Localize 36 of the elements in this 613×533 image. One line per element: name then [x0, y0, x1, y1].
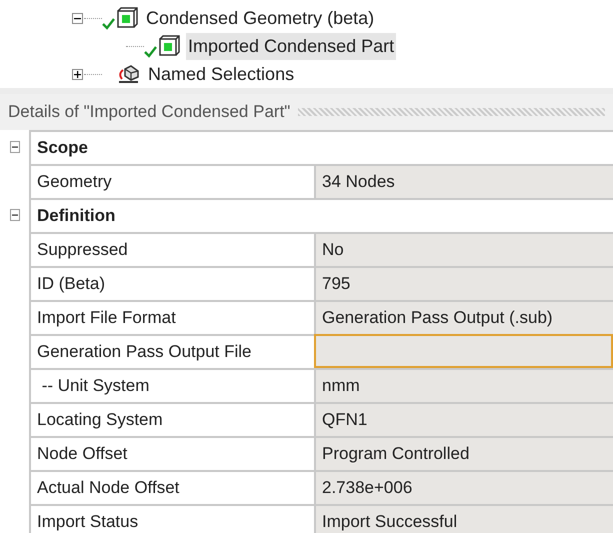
- property-label: -- Unit System: [29, 368, 314, 402]
- property-value: 34 Nodes: [314, 164, 613, 198]
- property-label: Locating System: [29, 402, 314, 436]
- property-value: nmm: [314, 368, 613, 402]
- cube-icon: [116, 7, 138, 29]
- property-value: QFN1: [314, 402, 613, 436]
- property-value: Generation Pass Output (.sub): [314, 300, 613, 334]
- selection-icon: [116, 64, 140, 84]
- expand-toggle[interactable]: [72, 68, 82, 80]
- minus-icon: [12, 144, 18, 150]
- tree-item[interactable]: Condensed Geometry (beta): [144, 4, 376, 32]
- tree-item[interactable]: Imported Condensed Part: [186, 32, 396, 60]
- property-value: No: [314, 232, 613, 266]
- minus-icon: [12, 212, 18, 218]
- collapse-toggle[interactable]: [10, 209, 20, 221]
- property-label: Generation Pass Output File: [29, 334, 314, 368]
- tree-item[interactable]: Named Selections: [146, 60, 296, 88]
- property-label: Suppressed: [29, 232, 314, 266]
- property-label: Node Offset: [29, 436, 314, 470]
- property-value: Import Successful: [314, 504, 613, 533]
- group-header: Definition: [37, 205, 116, 228]
- property-label: ID (Beta): [29, 266, 314, 300]
- collapse-toggle[interactable]: [10, 141, 20, 153]
- cube-icon: [158, 35, 180, 57]
- property-value: 2.738e+006: [314, 470, 613, 504]
- property-value: 795: [314, 266, 613, 300]
- property-label: Import File Format: [29, 300, 314, 334]
- plus-icon: [74, 70, 80, 78]
- property-label: Actual Node Offset: [29, 470, 314, 504]
- property-label: Geometry: [29, 164, 314, 198]
- group-header: Scope: [37, 137, 88, 160]
- value-field[interactable]: [314, 334, 613, 368]
- property-label: Import Status: [29, 504, 314, 533]
- property-value: Program Controlled: [314, 436, 613, 470]
- collapse-toggle[interactable]: [72, 12, 82, 24]
- panel-title: Details of "Imported Condensed Part": [8, 101, 290, 124]
